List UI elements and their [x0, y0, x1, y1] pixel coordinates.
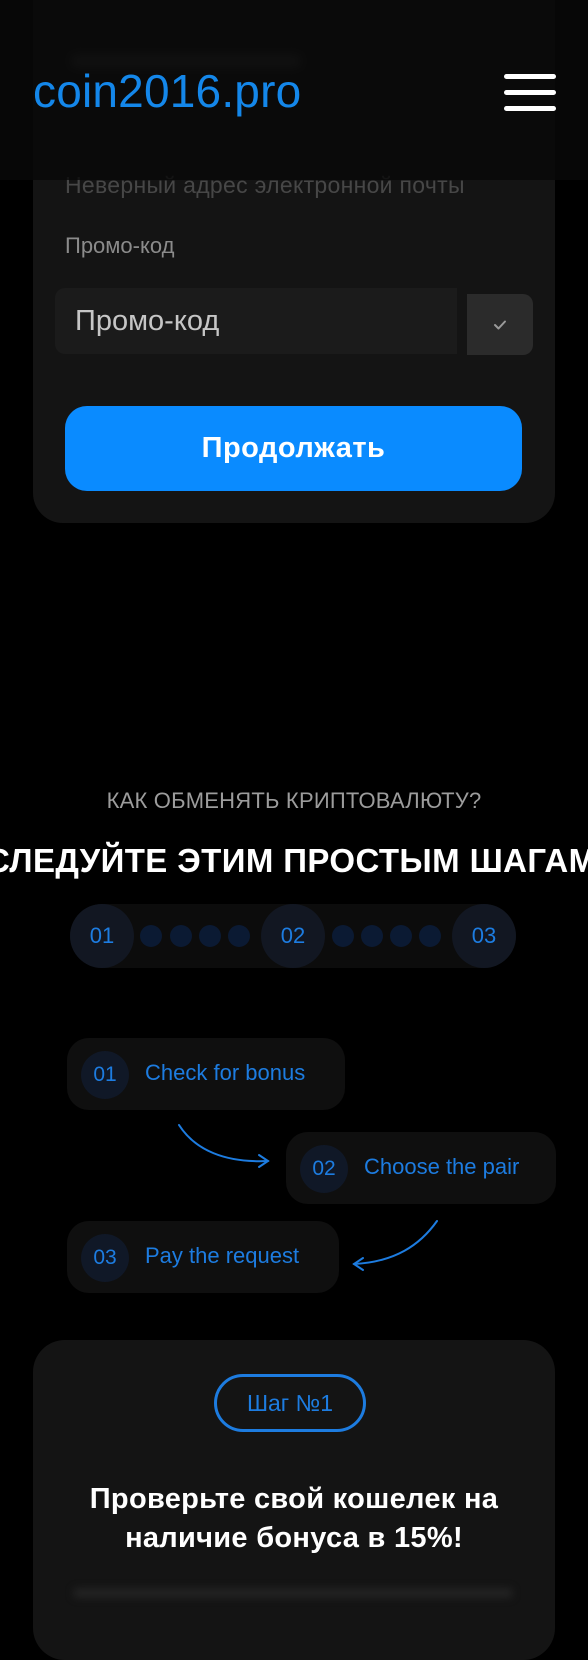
curved-arrow-icon: [352, 1220, 438, 1271]
step-info-title: Проверьте свой кошелек на наличие бонуса…: [89, 1483, 499, 1554]
step-badge: Шаг №1: [214, 1374, 366, 1432]
step-info-description-faded: [73, 1588, 513, 1598]
curved-arrow-icon: [178, 1124, 270, 1168]
step-info-card: Шаг №1 Проверьте свой кошелек на наличие…: [33, 1340, 555, 1660]
